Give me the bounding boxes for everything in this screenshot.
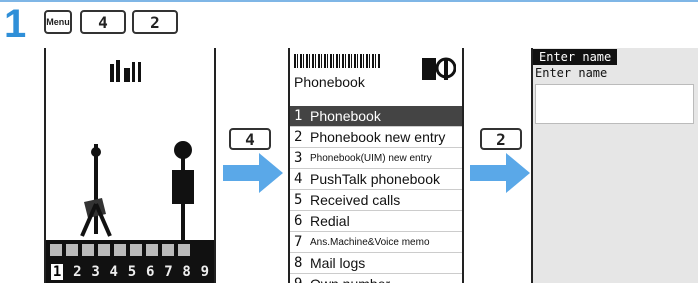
name-input[interactable] [535, 84, 694, 124]
menu-item-label: Ans.Machine&Voice memo [310, 236, 430, 248]
screen-header: Enter name [533, 48, 698, 65]
phonebook-icon [422, 57, 456, 80]
menu-item-number: 2 [294, 129, 303, 145]
menu-item[interactable]: 8 Mail logs [290, 253, 462, 274]
menu-item-label: PushTalk phonebook [310, 171, 440, 187]
shortcut-number[interactable]: 1 [50, 263, 64, 280]
barcode-icon [294, 54, 380, 68]
status-icons-bar [46, 240, 214, 260]
menu-item-number: 5 [294, 192, 303, 208]
signal-icon [110, 60, 150, 88]
menu-item-label: Mail logs [310, 255, 366, 271]
menu-item-number: 6 [294, 213, 303, 229]
arrow-key-4: 4 [229, 128, 271, 150]
battery-icon [66, 244, 78, 256]
key-2: 2 [132, 10, 178, 34]
standby-screen: 123456789 [44, 48, 216, 283]
menu-item-number: 8 [294, 255, 303, 271]
mail-icon [50, 244, 62, 256]
walking-person-icon [80, 144, 112, 237]
phonebook-menu-screen: Phonebook 1 Phonebook 2 Phonebook new entry… [288, 48, 464, 283]
shortcut-numbers: 123456789 [46, 260, 214, 283]
menu-item[interactable]: 4 PushTalk phonebook [290, 169, 462, 190]
shortcut-number[interactable]: 7 [164, 264, 172, 280]
arrow-right-icon [470, 153, 530, 193]
menu-item[interactable]: 1 Phonebook [290, 106, 462, 127]
link-icon [162, 244, 174, 256]
data-icon [146, 244, 158, 256]
shortcut-number[interactable]: 2 [73, 264, 81, 280]
standing-person-icon [172, 141, 194, 240]
shortcut-number[interactable]: 4 [110, 264, 118, 280]
menu-item-label: Phonebook [310, 108, 381, 124]
arrow-key-2: 2 [480, 128, 522, 150]
menu-item-label: Own number [310, 276, 390, 283]
media-icon [98, 244, 110, 256]
key-4: 4 [80, 10, 126, 34]
name-label: Enter name [535, 66, 608, 80]
tool-icon [82, 244, 94, 256]
shortcut-number[interactable]: 3 [91, 264, 99, 280]
menu-item-label: Redial [310, 213, 350, 229]
music-icon [178, 244, 190, 256]
menu-item-label: Phonebook new entry [310, 129, 446, 145]
menu-item-number: 7 [294, 234, 303, 250]
menu-icon [130, 244, 142, 256]
menu-item-number: 3 [294, 150, 303, 166]
menu-item[interactable]: 9Own number [290, 274, 462, 283]
top-divider [0, 0, 698, 2]
enter-name-screen: Enter name Enter name [531, 48, 698, 283]
app-icon [114, 244, 126, 256]
menu-item-label: Received calls [310, 192, 401, 208]
menu-item[interactable]: 7 Ans.Machine&Voice memo [290, 232, 462, 253]
menu-item-number: 1 [294, 108, 303, 124]
phonebook-menu-list: 1 Phonebook 2 Phonebook new entry 3 Phonebook… [290, 106, 462, 283]
menu-item-number: 9 [290, 276, 310, 283]
shortcut-number[interactable]: 6 [146, 264, 154, 280]
arrow-right-icon [223, 153, 283, 193]
menu-item[interactable]: 6 Redial [290, 211, 462, 232]
shortcut-number[interactable]: 8 [182, 264, 190, 280]
menu-item-number: 4 [294, 171, 303, 187]
screen-title: Phonebook [294, 74, 365, 90]
menu-item[interactable]: 5 Received calls [290, 190, 462, 211]
step-number: 1 [4, 2, 27, 46]
shortcut-number[interactable]: 9 [201, 264, 209, 280]
menu-item[interactable]: 2 Phonebook new entry [290, 127, 462, 148]
menu-key: Menu [44, 10, 72, 34]
menu-item-label: Phonebook(UIM) new entry [310, 152, 432, 164]
shortcut-number[interactable]: 5 [128, 264, 136, 280]
menu-item[interactable]: 3 Phonebook(UIM) new entry [290, 148, 462, 169]
